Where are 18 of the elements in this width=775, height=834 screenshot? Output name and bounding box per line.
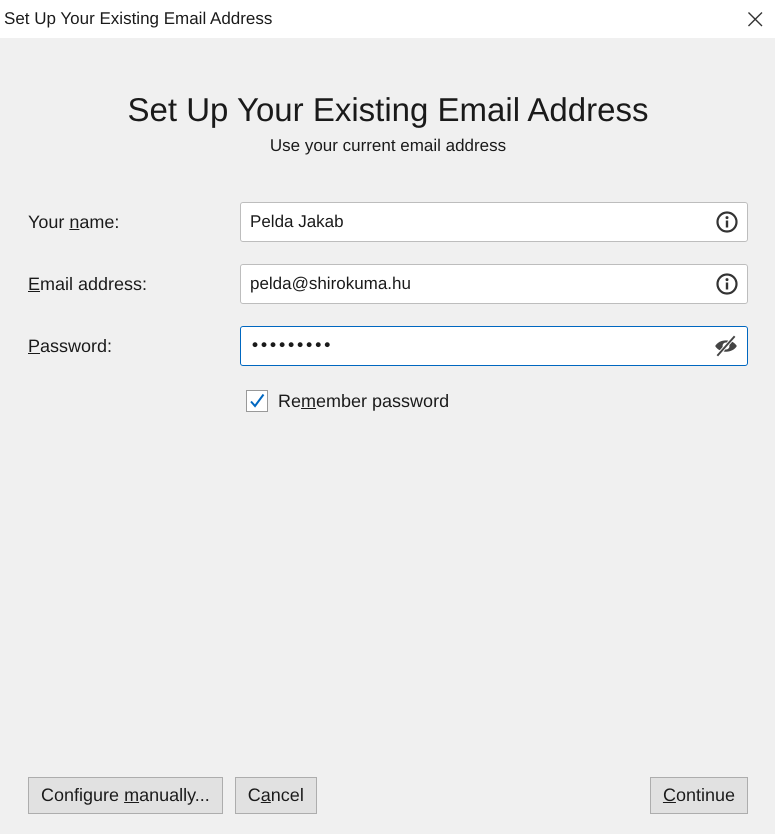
field-label: Email address: bbox=[28, 274, 148, 294]
dialog-heading: Set Up Your Existing Email Address bbox=[126, 90, 650, 130]
dialog-button[interactable]: Continue bbox=[650, 777, 748, 814]
field-label: Your name: bbox=[28, 212, 120, 232]
checkbox-label[interactable]: Remember password bbox=[278, 390, 450, 412]
password-field[interactable]: ••••••••• bbox=[240, 326, 748, 366]
dialog-subtitle: Use your current email address bbox=[268, 136, 508, 156]
input-field[interactable]: Pelda Jakab bbox=[240, 202, 748, 242]
eye-slash-icon[interactable] bbox=[713, 333, 739, 359]
checkbox[interactable] bbox=[246, 390, 268, 412]
close-button[interactable]: × bbox=[736, 5, 775, 33]
field-label: Password: bbox=[28, 336, 114, 356]
window-title: Set Up Your Existing Email Address bbox=[4, 9, 272, 29]
info-icon[interactable] bbox=[715, 272, 739, 296]
input-field[interactable]: pelda@shirokuma.hu bbox=[240, 264, 748, 304]
dialog-button[interactable]: Cancel bbox=[234, 777, 317, 814]
info-icon[interactable] bbox=[715, 210, 739, 234]
dialog-button[interactable]: Configure manually... bbox=[28, 777, 223, 814]
